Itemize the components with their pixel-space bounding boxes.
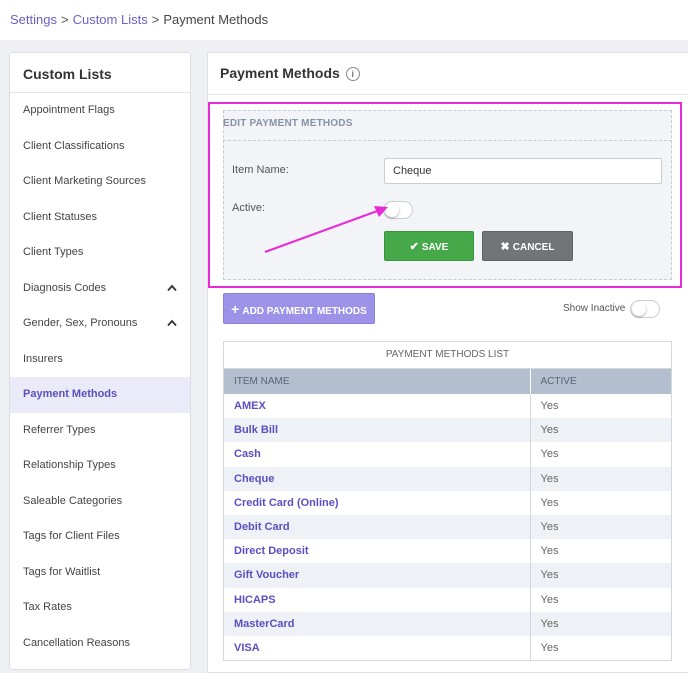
sidebar-item-label: Saleable Categories [23, 494, 123, 507]
sidebar-item-label: Client Statuses [23, 210, 97, 223]
sidebar-item[interactable]: Tags for Client Files [10, 519, 190, 555]
payment-method-active-value: Yes [529, 466, 671, 491]
sidebar-item[interactable]: Tax Rates [10, 590, 190, 626]
column-header-active[interactable]: ACTIVE [529, 369, 671, 394]
sidebar-item[interactable]: Insurers [10, 342, 190, 378]
payment-method-name-link[interactable]: MasterCard [224, 611, 530, 636]
table-row[interactable]: Debit Card Yes [224, 514, 671, 540]
sidebar-item[interactable]: Client Marketing Sources [10, 164, 190, 200]
payment-method-name-link[interactable]: Gift Voucher [224, 563, 530, 588]
payment-method-name-link[interactable]: AMEX [224, 394, 530, 418]
show-inactive-toggle[interactable] [630, 300, 660, 318]
column-header-item-name[interactable]: ITEM NAME [224, 369, 530, 394]
plus-icon: + [231, 301, 240, 317]
table-row[interactable]: Direct Deposit Yes [224, 539, 671, 564]
breadcrumb: Settings > Custom Lists > Payment Methods [10, 12, 268, 27]
table-row[interactable]: Credit Card (Online) Yes [224, 490, 671, 515]
sidebar-item[interactable]: Cancellation Reasons [10, 626, 190, 662]
table-row[interactable]: Bulk Bill Yes [224, 418, 671, 443]
sidebar-list: Appointment Flags Client Classifications C… [10, 93, 190, 661]
payment-method-active-value: Yes [529, 563, 671, 588]
table-row[interactable]: Cheque Yes [224, 466, 671, 491]
payment-method-active-value: Yes [529, 442, 671, 467]
payment-method-active-value: Yes [529, 635, 671, 661]
payment-method-name-link[interactable]: Cheque [224, 466, 530, 491]
sidebar-item[interactable]: Saleable Categories [10, 484, 190, 520]
payment-method-name-link[interactable]: Direct Deposit [224, 539, 530, 563]
sidebar-title: Custom Lists [10, 53, 190, 93]
table-row[interactable]: AMEX Yes [224, 394, 671, 419]
sidebar-item-label: Client Classifications [23, 139, 125, 152]
sidebar-item[interactable]: Diagnosis Codes [10, 271, 190, 307]
sidebar-item-label: Client Marketing Sources [23, 175, 146, 187]
sidebar-item-label: Tags for Client Files [23, 530, 120, 542]
add-button-label: ADD PAYMENT METHODS [242, 306, 367, 317]
table-row[interactable]: HICAPS Yes [224, 587, 671, 612]
sidebar-item-label: Insurers [23, 352, 63, 365]
page-title-bar: Payment Methods i [208, 53, 688, 95]
sidebar-item[interactable]: Referrer Types [10, 413, 190, 449]
payment-methods-table: ITEM NAME ACTIVE AMEX Yes Bulk Bill Yes Cash… [224, 369, 671, 661]
sidebar: Custom Lists Appointment Flags Client Cla… [9, 52, 191, 670]
payment-method-active-value: Yes [529, 587, 671, 612]
toggle-knob [632, 302, 646, 316]
sidebar-item[interactable]: Gender, Sex, Pronouns [10, 306, 190, 342]
payment-method-active-value: Yes [529, 394, 671, 419]
payment-method-active-value: Yes [529, 514, 671, 540]
payment-method-name-link[interactable]: Credit Card (Online) [224, 491, 530, 515]
sidebar-item[interactable]: Client Classifications [10, 129, 190, 165]
sidebar-item-label: Referrer Types [23, 423, 96, 436]
breadcrumb-custom-lists-link[interactable]: Custom Lists [73, 12, 148, 27]
page-title: Payment Methods [220, 65, 340, 81]
payment-method-active-value: Yes [529, 611, 671, 636]
sidebar-item-label: Payment Methods [23, 388, 118, 400]
sidebar-item-label: Tax Rates [23, 601, 72, 613]
payment-method-name-link[interactable]: Bulk Bill [224, 418, 530, 443]
chevron-up-icon[interactable] [167, 271, 177, 307]
sidebar-item[interactable]: Payment Methods [10, 377, 190, 413]
sidebar-item[interactable]: Tags for Waitlist [10, 555, 190, 591]
breadcrumb-separator: > [151, 12, 160, 27]
info-icon[interactable]: i [345, 67, 360, 82]
payment-method-active-value: Yes [529, 418, 671, 443]
table-row[interactable]: Cash Yes [224, 442, 671, 467]
payment-method-active-value: Yes [529, 539, 671, 564]
payment-method-name-link[interactable]: Cash [224, 442, 530, 466]
sidebar-item[interactable]: Relationship Types [10, 448, 190, 484]
breadcrumb-separator: > [60, 12, 69, 27]
payment-method-name-link[interactable]: VISA [224, 636, 530, 660]
payment-method-active-value: Yes [529, 490, 671, 515]
table-row[interactable]: VISA Yes [224, 635, 671, 661]
table-row[interactable]: Gift Voucher Yes [224, 563, 671, 588]
sidebar-item-label: Relationship Types [23, 459, 116, 471]
sidebar-item-label: Diagnosis Codes [23, 281, 107, 294]
payment-method-name-link[interactable]: HICAPS [224, 588, 530, 612]
sidebar-item-label: Cancellation Reasons [23, 636, 131, 649]
table-row[interactable]: MasterCard Yes [224, 611, 671, 636]
show-inactive-label: Show Inactive [563, 303, 626, 314]
sidebar-item-label: Gender, Sex, Pronouns [23, 317, 138, 329]
chevron-up-icon[interactable] [167, 306, 177, 342]
sidebar-item-label: Client Types [23, 246, 84, 258]
sidebar-item[interactable]: Appointment Flags [10, 93, 190, 129]
payment-methods-list: PAYMENT METHODS LIST ITEM NAME ACTIVE AM… [223, 341, 672, 661]
top-bar: Settings > Custom Lists > Payment Methods [0, 0, 688, 40]
annotation-highlight-box [208, 102, 682, 288]
breadcrumb-settings-link[interactable]: Settings [10, 12, 57, 27]
breadcrumb-current: Payment Methods [163, 12, 269, 27]
sidebar-item-label: Tags for Waitlist [23, 565, 101, 578]
sidebar-item-label: Appointment Flags [23, 104, 115, 116]
add-payment-methods-button[interactable]: + ADD PAYMENT METHODS [223, 293, 375, 324]
sidebar-item[interactable]: Client Types [10, 235, 190, 271]
payment-method-name-link[interactable]: Debit Card [224, 514, 530, 540]
table-body: AMEX Yes Bulk Bill Yes Cash Yes Cheque Yes Credi… [224, 394, 671, 661]
list-title: PAYMENT METHODS LIST [224, 342, 671, 369]
table-header-row: ITEM NAME ACTIVE [224, 369, 671, 394]
sidebar-item[interactable]: Client Statuses [10, 200, 190, 236]
